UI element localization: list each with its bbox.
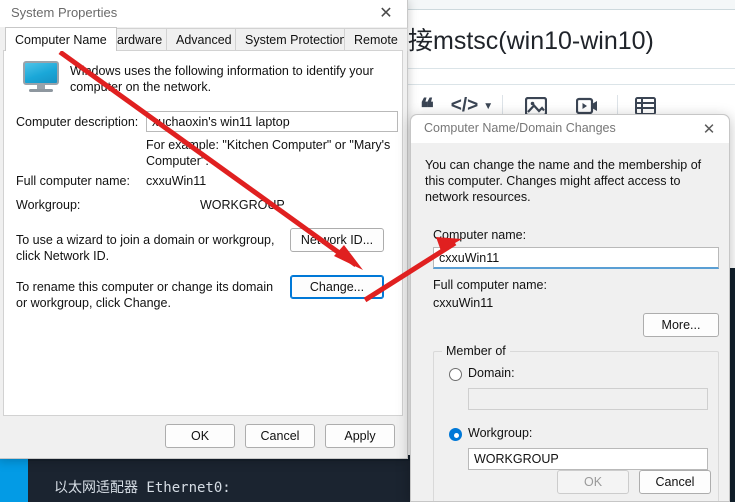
editor-divider-bottom	[406, 84, 735, 85]
dialog-title: Computer Name/Domain Changes	[424, 121, 616, 135]
network-id-button[interactable]: Network ID...	[290, 228, 384, 252]
change-button[interactable]: Change...	[290, 275, 384, 299]
tab-advanced[interactable]: Advanced	[166, 28, 242, 51]
apply-button[interactable]: Apply	[325, 424, 395, 448]
screen: 接mstsc(win10-win10) ❝ </> ▼ 以太网适配器 Ether…	[0, 0, 735, 502]
ok-button[interactable]: OK	[165, 424, 235, 448]
workgroup-label: Workgroup:	[468, 426, 533, 440]
tab-system-protection[interactable]: System Protection	[235, 28, 357, 51]
workgroup-value: WORKGROUP	[200, 198, 285, 212]
monitor-icon	[20, 61, 62, 93]
editor-topbar	[406, 0, 735, 10]
system-properties-footer: OK Cancel Apply	[0, 416, 407, 458]
domain-label: Domain:	[468, 366, 515, 380]
editor-divider-top	[406, 68, 735, 69]
computer-description-label: Computer description:	[16, 115, 139, 129]
workgroup-radio[interactable]	[449, 428, 462, 441]
terminal-output-line: 以太网适配器 Ethernet0:	[54, 480, 231, 496]
full-computer-name-value: cxxuWin11	[146, 174, 207, 188]
full-computer-name-value: cxxuWin11	[433, 296, 494, 310]
tab-strip: Computer Name Hardware Advanced System P…	[0, 27, 408, 51]
window-title: System Properties	[11, 5, 118, 20]
computer-name-domain-changes-dialog: Computer Name/Domain Changes ✕ You can c…	[410, 114, 730, 502]
tab-remote[interactable]: Remote	[344, 28, 408, 51]
close-icon[interactable]: ✕	[689, 115, 729, 143]
taskbar-accent-strip	[0, 455, 28, 502]
dialog-cancel-button[interactable]: Cancel	[639, 470, 711, 494]
workgroup-label: Workgroup:	[16, 198, 81, 212]
change-description: To rename this computer or change its do…	[16, 280, 274, 310]
tab-computer-name[interactable]: Computer Name	[5, 27, 117, 51]
system-properties-window: System Properties ✕ Computer Name Hardwa…	[0, 0, 408, 459]
computer-name-label: Computer name:	[433, 228, 527, 242]
cancel-button[interactable]: Cancel	[245, 424, 315, 448]
member-of-label: Member of	[442, 344, 510, 358]
system-properties-titlebar[interactable]: System Properties ✕	[0, 0, 407, 27]
editor-article-title: 接mstsc(win10-win10)	[408, 27, 654, 55]
computer-description-input[interactable]: xuchaoxin's win11 laptop	[146, 111, 398, 132]
intro-text: Windows uses the following information t…	[70, 64, 374, 94]
network-id-description: To use a wizard to join a domain or work…	[16, 233, 275, 263]
computer-description-hint: For example: "Kitchen Computer" or "Mary…	[146, 138, 391, 168]
more-button[interactable]: More...	[643, 313, 719, 337]
workgroup-input[interactable]: WORKGROUP	[468, 448, 708, 470]
computer-name-input[interactable]: cxxuWin11	[433, 247, 719, 269]
terminal-window: 以太网适配器 Ethernet0:	[28, 455, 420, 502]
close-icon[interactable]: ✕	[365, 0, 407, 27]
domain-input[interactable]	[468, 388, 708, 410]
full-computer-name-label: Full computer name:	[16, 174, 130, 188]
chevron-down-icon[interactable]: ▼	[483, 101, 493, 112]
full-computer-name-label: Full computer name:	[433, 278, 547, 292]
dialog-description: You can change the name and the membersh…	[425, 158, 702, 204]
computer-name-tab-panel: Windows uses the following information t…	[3, 50, 403, 416]
dialog-titlebar[interactable]: Computer Name/Domain Changes ✕	[411, 115, 729, 143]
dialog-ok-button[interactable]: OK	[557, 470, 629, 494]
domain-radio[interactable]	[449, 368, 462, 381]
